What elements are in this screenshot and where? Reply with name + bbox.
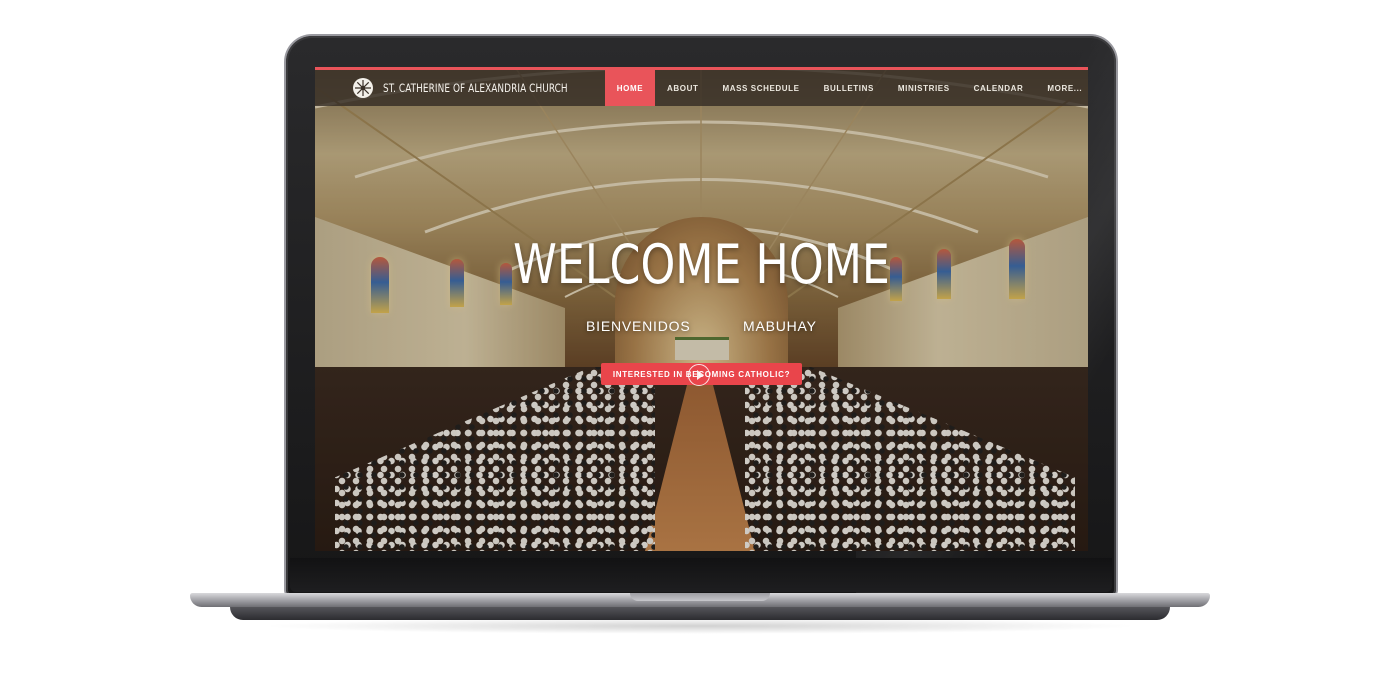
greeting-tagalog: MABUHAY	[743, 318, 817, 334]
top-accent-line	[315, 67, 1088, 70]
hero-overlay	[315, 67, 1088, 551]
laptop-base-underside	[230, 607, 1170, 620]
laptop-screen: ST. CATHERINE OF ALEXANDRIA CHURCH HOME …	[315, 67, 1088, 551]
main-nav: HOME ABOUT MASS SCHEDULE BULLETINS MINIS…	[605, 70, 1088, 106]
nav-bulletins[interactable]: BULLETINS	[812, 70, 886, 106]
nav-home[interactable]: HOME	[605, 70, 655, 106]
laptop-opening-notch	[630, 593, 770, 601]
site-title: ST. CATHERINE OF ALEXANDRIA CHURCH	[383, 81, 568, 95]
greeting-spanish: BIENVENIDOS	[586, 318, 691, 334]
nav-calendar[interactable]: CALENDAR	[962, 70, 1036, 106]
brand-link[interactable]: ST. CATHERINE OF ALEXANDRIA CHURCH	[353, 70, 598, 106]
nav-mass-schedule[interactable]: MASS SCHEDULE	[710, 70, 811, 106]
rose-window-icon	[353, 78, 373, 98]
laptop-shadow	[260, 618, 1140, 634]
site-navbar: ST. CATHERINE OF ALEXANDRIA CHURCH HOME …	[315, 70, 1088, 106]
hero-title: WELCOME HOME	[513, 233, 890, 296]
nav-more[interactable]: MORE...	[1035, 70, 1088, 106]
play-circle-icon[interactable]	[688, 364, 710, 386]
hero-background-photo	[315, 67, 1088, 551]
nav-ministries[interactable]: MINISTRIES	[886, 70, 962, 106]
laptop-bottom-bezel	[290, 558, 1112, 592]
nav-about[interactable]: ABOUT	[655, 70, 710, 106]
